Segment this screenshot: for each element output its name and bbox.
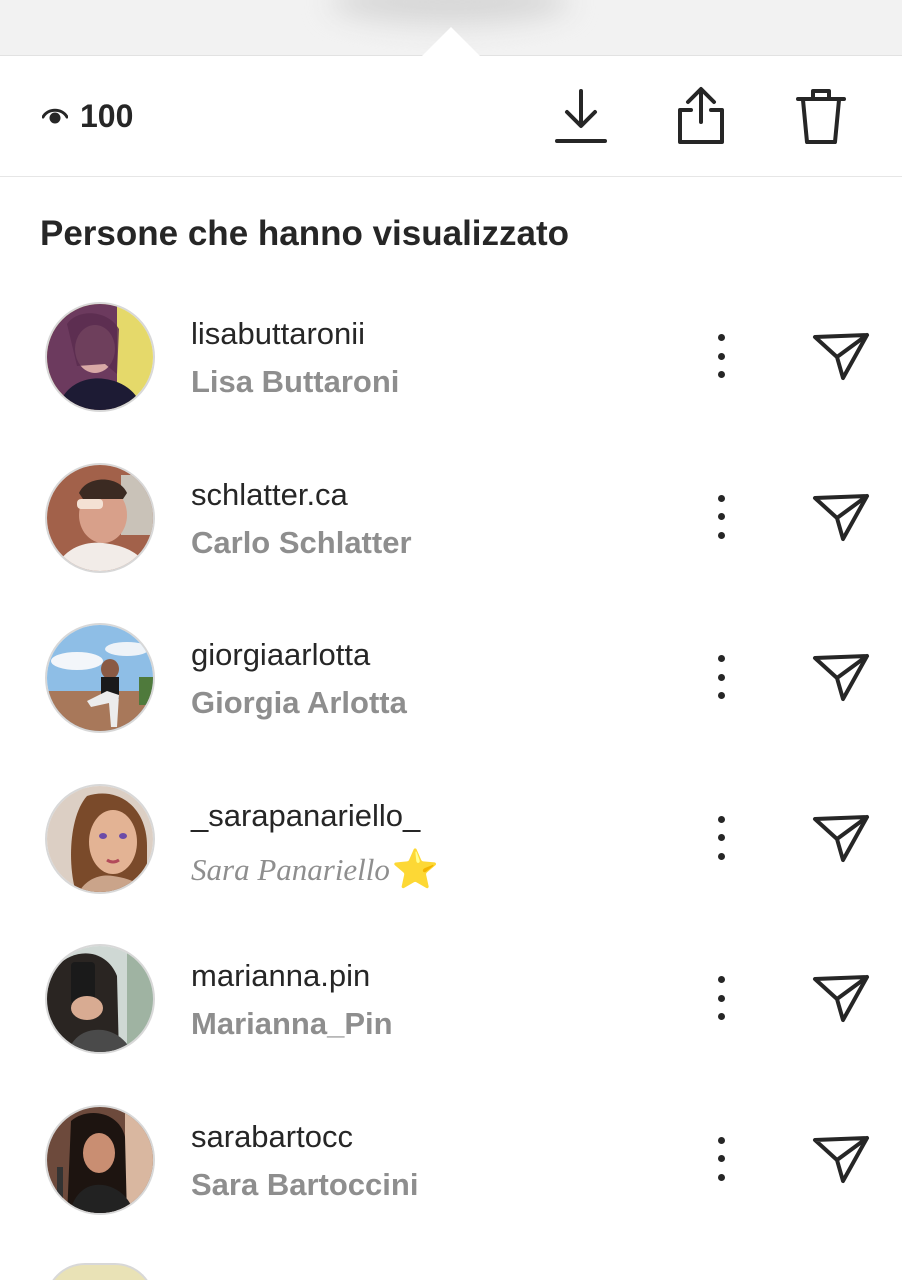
avatar[interactable] xyxy=(45,944,155,1054)
send-icon[interactable] xyxy=(810,1131,872,1187)
more-options-icon[interactable] xyxy=(705,494,737,539)
viewer-full-name: Carlo Schlatter xyxy=(191,524,412,560)
view-count-value: 100 xyxy=(80,97,134,134)
viewer-row[interactable]: giorgiaarlotta Giorgia Arlotta xyxy=(0,611,902,772)
more-options-icon[interactable] xyxy=(705,815,737,860)
share-icon xyxy=(678,87,724,144)
viewer-full-name: Lisa Buttaroni xyxy=(191,364,400,399)
more-options-icon[interactable] xyxy=(705,1136,737,1181)
avatar[interactable] xyxy=(45,783,155,894)
star-emoji: ⭐ xyxy=(391,848,440,891)
share-button[interactable] xyxy=(671,86,731,146)
view-count: 100 xyxy=(42,98,133,134)
avatar[interactable] xyxy=(45,1104,155,1215)
send-icon[interactable] xyxy=(810,328,872,384)
viewers-section-title: Persone che hanno visualizzato xyxy=(40,214,570,253)
send-icon[interactable] xyxy=(810,970,872,1026)
avatar[interactable] xyxy=(45,623,155,733)
story-insights-toolbar: 100 xyxy=(0,56,902,177)
viewer-row[interactable]: marianna.pin Marianna_Pin xyxy=(0,932,902,1093)
viewer-row[interactable]: schlatter.ca Carlo Schlatter xyxy=(0,451,902,612)
download-icon xyxy=(555,89,607,143)
viewer-full-name: Sara Bartoccini xyxy=(191,1166,419,1202)
avatar[interactable] xyxy=(45,302,155,412)
download-button[interactable] xyxy=(551,86,611,146)
trash-icon xyxy=(796,89,846,144)
viewer-full-name-text: Sara Panariello xyxy=(191,851,390,887)
viewer-row[interactable]: sarabartocc Sara Bartoccini xyxy=(0,1093,902,1254)
viewer-username[interactable]: giorgiaarlotta xyxy=(191,637,370,673)
viewer-full-name: Marianna_Pin xyxy=(191,1006,393,1041)
send-icon[interactable] xyxy=(810,649,872,705)
more-options-icon[interactable] xyxy=(705,655,737,699)
more-options-icon[interactable] xyxy=(705,976,737,1020)
viewer-username[interactable]: lisabuttaronii xyxy=(191,316,365,352)
send-icon[interactable] xyxy=(810,489,872,545)
viewers-list: lisabuttaronii Lisa Buttaroni schlatter.… xyxy=(0,290,902,1253)
avatar[interactable] xyxy=(45,462,155,573)
viewer-username[interactable]: marianna.pin xyxy=(191,958,370,994)
avatar[interactable] xyxy=(45,1263,155,1280)
viewer-username[interactable]: _sarapanariello_ xyxy=(191,798,420,834)
eye-icon xyxy=(42,108,68,124)
delete-button[interactable] xyxy=(791,86,851,146)
viewer-username[interactable]: sarabartocc xyxy=(191,1119,353,1155)
story-thumbnail-blur xyxy=(330,0,570,24)
viewer-username[interactable]: schlatter.ca xyxy=(191,477,348,513)
viewer-row[interactable]: lisabuttaronii Lisa Buttaroni xyxy=(0,290,902,451)
viewer-row[interactable]: _sarapanariello_ Sara Panariello⭐ xyxy=(0,772,902,933)
viewer-full-name: Giorgia Arlotta xyxy=(191,685,407,720)
popover-caret xyxy=(421,27,481,57)
more-options-icon[interactable] xyxy=(705,334,737,378)
send-icon[interactable] xyxy=(810,810,872,866)
viewer-full-name: Sara Panariello⭐ xyxy=(191,846,440,891)
